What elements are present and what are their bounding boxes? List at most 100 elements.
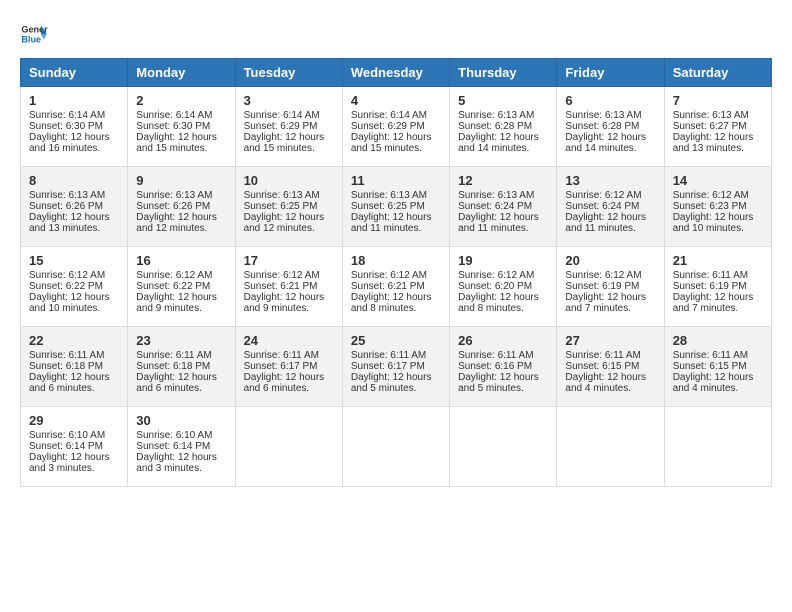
- calendar-cell: 6Sunrise: 6:13 AMSunset: 6:28 PMDaylight…: [557, 87, 664, 167]
- daylight-text: Daylight: 12 hours: [244, 292, 325, 303]
- sunrise-text: Sunrise: 6:13 AM: [351, 190, 427, 201]
- sunrise-text: Sunrise: 6:13 AM: [244, 190, 320, 201]
- daylight-text: Daylight: 12 hours: [351, 212, 432, 223]
- day-number: 17: [244, 253, 334, 268]
- daylight-minutes: and 10 minutes.: [29, 303, 100, 314]
- sunrise-text: Sunrise: 6:13 AM: [673, 110, 749, 121]
- daylight-minutes: and 4 minutes.: [673, 383, 739, 394]
- daylight-text: Daylight: 12 hours: [136, 132, 217, 143]
- sunrise-text: Sunrise: 6:14 AM: [244, 110, 320, 121]
- daylight-minutes: and 7 minutes.: [673, 303, 739, 314]
- header-row: SundayMondayTuesdayWednesdayThursdayFrid…: [21, 59, 772, 87]
- sunrise-text: Sunrise: 6:13 AM: [565, 110, 641, 121]
- calendar-cell: [557, 407, 664, 487]
- daylight-minutes: and 14 minutes.: [458, 143, 529, 154]
- sunset-text: Sunset: 6:17 PM: [351, 361, 425, 372]
- sunrise-text: Sunrise: 6:11 AM: [458, 350, 533, 361]
- daylight-text: Daylight: 12 hours: [565, 292, 646, 303]
- calendar-cell: 15Sunrise: 6:12 AMSunset: 6:22 PMDayligh…: [21, 247, 128, 327]
- daylight-minutes: and 9 minutes.: [244, 303, 310, 314]
- day-number: 16: [136, 253, 226, 268]
- daylight-minutes: and 15 minutes.: [136, 143, 207, 154]
- sunrise-text: Sunrise: 6:13 AM: [458, 190, 534, 201]
- daylight-minutes: and 13 minutes.: [673, 143, 744, 154]
- calendar-cell: 7Sunrise: 6:13 AMSunset: 6:27 PMDaylight…: [664, 87, 771, 167]
- day-number: 13: [565, 173, 655, 188]
- daylight-minutes: and 3 minutes.: [136, 463, 202, 474]
- calendar-cell: 19Sunrise: 6:12 AMSunset: 6:20 PMDayligh…: [450, 247, 557, 327]
- daylight-text: Daylight: 12 hours: [244, 372, 325, 383]
- day-number: 9: [136, 173, 226, 188]
- calendar-cell: 3Sunrise: 6:14 AMSunset: 6:29 PMDaylight…: [235, 87, 342, 167]
- daylight-minutes: and 8 minutes.: [351, 303, 417, 314]
- daylight-minutes: and 12 minutes.: [136, 223, 207, 234]
- calendar-cell: 4Sunrise: 6:14 AMSunset: 6:29 PMDaylight…: [342, 87, 449, 167]
- header-wednesday: Wednesday: [342, 59, 449, 87]
- calendar-cell: 26 Sunrise: 6:11 AMSunset: 6:16 PMDayligh…: [450, 327, 557, 407]
- sunrise-text: Sunrise: 6:13 AM: [29, 190, 105, 201]
- svg-text:Blue: Blue: [21, 34, 41, 44]
- sunrise-text: Sunrise: 6:11 AM: [673, 270, 748, 281]
- daylight-minutes: and 14 minutes.: [565, 143, 636, 154]
- day-number: 5: [458, 93, 548, 108]
- sunset-text: Sunset: 6:16 PM: [458, 361, 532, 372]
- day-number: 26: [458, 333, 548, 348]
- day-number: 12: [458, 173, 548, 188]
- daylight-text: Daylight: 12 hours: [565, 372, 646, 383]
- sunrise-text: Sunrise: 6:12 AM: [673, 190, 749, 201]
- daylight-minutes: and 16 minutes.: [29, 143, 100, 154]
- daylight-minutes: and 15 minutes.: [244, 143, 315, 154]
- calendar-cell: 2Sunrise: 6:14 AMSunset: 6:30 PMDaylight…: [128, 87, 235, 167]
- daylight-minutes: and 6 minutes.: [29, 383, 95, 394]
- header-thursday: Thursday: [450, 59, 557, 87]
- calendar-cell: 18Sunrise: 6:12 AMSunset: 6:21 PMDayligh…: [342, 247, 449, 327]
- sunset-text: Sunset: 6:18 PM: [136, 361, 210, 372]
- header-monday: Monday: [128, 59, 235, 87]
- calendar-cell: 13Sunrise: 6:12 AMSunset: 6:24 PMDayligh…: [557, 167, 664, 247]
- day-number: 4: [351, 93, 441, 108]
- sunrise-text: Sunrise: 6:11 AM: [29, 350, 104, 361]
- daylight-text: Daylight: 12 hours: [136, 452, 217, 463]
- day-number: 21: [673, 253, 763, 268]
- calendar-cell: [450, 407, 557, 487]
- day-number: 11: [351, 173, 441, 188]
- sunrise-text: Sunrise: 6:12 AM: [565, 190, 641, 201]
- sunrise-text: Sunrise: 6:12 AM: [244, 270, 320, 281]
- daylight-minutes: and 11 minutes.: [565, 223, 635, 234]
- day-number: 1: [29, 93, 119, 108]
- day-number: 28: [673, 333, 763, 348]
- header-sunday: Sunday: [21, 59, 128, 87]
- sunset-text: Sunset: 6:21 PM: [244, 281, 318, 292]
- week-row-5: 29Sunrise: 6:10 AMSunset: 6:14 PMDayligh…: [21, 407, 772, 487]
- sunset-text: Sunset: 6:29 PM: [244, 121, 318, 132]
- daylight-minutes: and 7 minutes.: [565, 303, 631, 314]
- page-header: General Blue: [20, 20, 772, 48]
- sunrise-text: Sunrise: 6:11 AM: [565, 350, 640, 361]
- day-number: 3: [244, 93, 334, 108]
- calendar-cell: 10Sunrise: 6:13 AMSunset: 6:25 PMDayligh…: [235, 167, 342, 247]
- sunrise-text: Sunrise: 6:11 AM: [351, 350, 426, 361]
- sunrise-text: Sunrise: 6:10 AM: [29, 430, 105, 441]
- sunset-text: Sunset: 6:30 PM: [136, 121, 210, 132]
- week-row-3: 15Sunrise: 6:12 AMSunset: 6:22 PMDayligh…: [21, 247, 772, 327]
- sunrise-text: Sunrise: 6:12 AM: [136, 270, 212, 281]
- daylight-text: Daylight: 12 hours: [351, 132, 432, 143]
- sunrise-text: Sunrise: 6:12 AM: [351, 270, 427, 281]
- sunset-text: Sunset: 6:24 PM: [458, 201, 532, 212]
- sunset-text: Sunset: 6:21 PM: [351, 281, 425, 292]
- sunrise-text: Sunrise: 6:11 AM: [136, 350, 211, 361]
- sunset-text: Sunset: 6:15 PM: [565, 361, 639, 372]
- sunset-text: Sunset: 6:14 PM: [29, 441, 103, 452]
- sunset-text: Sunset: 6:22 PM: [29, 281, 103, 292]
- daylight-text: Daylight: 12 hours: [458, 372, 539, 383]
- calendar-cell: 1Sunrise: 6:14 AMSunset: 6:30 PMDaylight…: [21, 87, 128, 167]
- sunset-text: Sunset: 6:19 PM: [673, 281, 747, 292]
- daylight-text: Daylight: 12 hours: [29, 132, 110, 143]
- daylight-text: Daylight: 12 hours: [673, 132, 754, 143]
- logo: General Blue: [20, 20, 48, 48]
- sunset-text: Sunset: 6:28 PM: [565, 121, 639, 132]
- sunrise-text: Sunrise: 6:14 AM: [136, 110, 212, 121]
- daylight-text: Daylight: 12 hours: [136, 292, 217, 303]
- calendar-cell: 25Sunrise: 6:11 AMSunset: 6:17 PMDayligh…: [342, 327, 449, 407]
- sunset-text: Sunset: 6:26 PM: [136, 201, 210, 212]
